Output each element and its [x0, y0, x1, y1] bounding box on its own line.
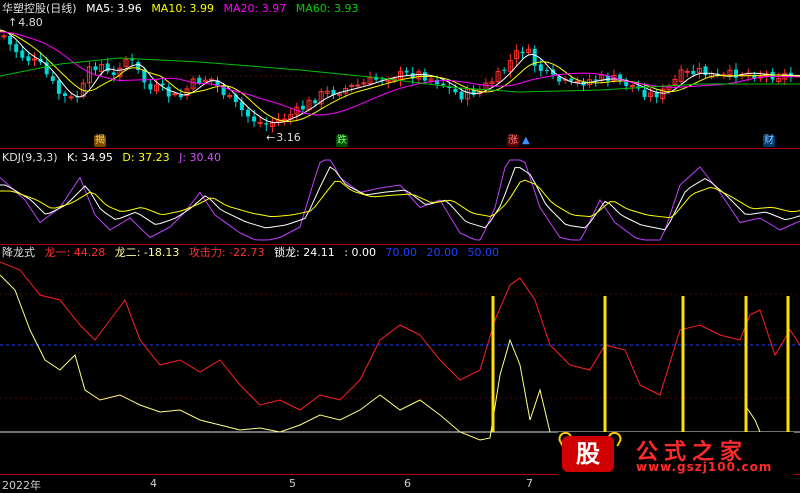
candle-body	[63, 93, 67, 97]
candle-body	[1, 35, 7, 38]
candle-body	[453, 88, 458, 93]
x-tick-label: 7	[526, 477, 533, 490]
candle-body	[160, 83, 165, 86]
candle-body	[313, 100, 318, 104]
x-tick-label: 4	[150, 477, 157, 490]
signal-bar	[744, 296, 748, 432]
candle-body	[166, 86, 171, 97]
candle-body	[26, 56, 31, 61]
candle-body	[502, 69, 507, 71]
dragon-lines	[0, 261, 800, 441]
candle-body	[734, 69, 738, 78]
candle-body	[593, 79, 598, 81]
candle-body	[441, 83, 446, 86]
candle-body	[264, 123, 269, 125]
candle-body	[581, 81, 586, 86]
signal-bar	[681, 296, 685, 432]
candle-body	[642, 89, 647, 97]
candle-body	[14, 44, 19, 53]
candle-body	[20, 50, 25, 58]
dragon-l2-line	[0, 274, 551, 441]
kdj-lines	[0, 159, 800, 241]
candle-body	[252, 116, 257, 122]
candle-body	[654, 92, 659, 98]
candle-body	[404, 70, 409, 73]
chart-canvas[interactable]	[0, 0, 800, 474]
signal-bar	[786, 296, 790, 432]
candle-body	[178, 94, 183, 98]
candle-body	[538, 64, 543, 71]
kdj-k-line	[0, 166, 800, 231]
kdj-j-line	[0, 159, 800, 241]
candle-body	[50, 76, 55, 81]
x-tick-label: 6	[404, 477, 411, 490]
candle-body	[8, 35, 13, 45]
watermark-url: www.gszj100.com	[636, 460, 773, 474]
candle-body	[246, 109, 250, 117]
candle-body	[355, 84, 361, 87]
candle-body	[574, 80, 580, 83]
signal-bar	[603, 296, 607, 432]
candle-body	[569, 78, 574, 81]
x-axis: 2022年 4 5 6 7	[0, 474, 800, 492]
x-tick-label: 5	[289, 477, 296, 490]
candle-body	[111, 72, 116, 75]
candle-body	[32, 58, 37, 61]
candle-body	[56, 80, 61, 94]
candlestick-series	[1, 33, 793, 133]
candle-body	[684, 70, 690, 73]
candle-body	[459, 91, 464, 100]
candle-body	[703, 66, 708, 76]
watermark-logo: 股	[562, 436, 614, 472]
watermark: 股 公式之家 www.gszj100.com	[555, 429, 794, 476]
dragon-l1-line	[0, 261, 800, 411]
candle-body	[300, 105, 305, 110]
candle-body	[93, 66, 98, 71]
candle-body	[130, 59, 135, 61]
signal-bar	[491, 296, 495, 432]
candle-body	[197, 77, 202, 84]
candle-body	[520, 51, 525, 54]
candle-body	[629, 85, 635, 88]
candle-body	[282, 118, 288, 121]
candle-body	[770, 71, 775, 80]
candle-body	[544, 69, 549, 71]
x-tick-label: 2022年	[2, 479, 41, 492]
candle-body	[68, 96, 74, 99]
candle-body	[691, 70, 696, 75]
candle-body	[148, 83, 153, 90]
